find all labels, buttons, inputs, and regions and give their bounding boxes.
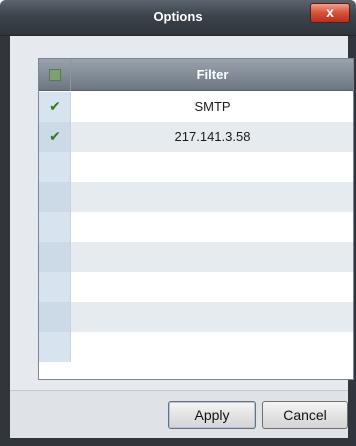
filter-value [72, 152, 353, 182]
row-checkbox-cell[interactable] [39, 272, 71, 302]
filter-value [72, 302, 353, 332]
filter-value: SMTP [194, 99, 231, 114]
title-bar: Options x [0, 0, 356, 36]
filter-value [72, 332, 353, 362]
row-checkbox-cell[interactable] [39, 242, 71, 272]
table-row[interactable]: ✔ 217.141.3.58 [39, 122, 353, 152]
row-checkbox-cell[interactable]: ✔ [39, 122, 71, 152]
table-row[interactable] [39, 272, 353, 302]
table-row[interactable] [39, 302, 353, 332]
filter-value [72, 272, 353, 302]
column-header-filter: Filter [196, 67, 229, 82]
header-checkbox-cell [39, 59, 71, 91]
checkmark-icon: ✔ [49, 128, 61, 144]
filter-table: Filter ✔ SMTP ✔ 217.141.3.58 [38, 58, 354, 380]
table-row[interactable] [39, 152, 353, 182]
dialog-title: Options [153, 9, 203, 24]
filter-value [72, 212, 353, 242]
table-header: Filter [39, 59, 353, 91]
filter-value [72, 182, 353, 212]
apply-button[interactable]: Apply [168, 401, 256, 429]
table-row[interactable] [39, 332, 353, 362]
row-checkbox-cell[interactable] [39, 212, 71, 242]
row-checkbox-cell[interactable] [39, 152, 71, 182]
select-all-checkbox[interactable] [49, 69, 61, 81]
cancel-button[interactable]: Cancel [262, 401, 348, 429]
table-row[interactable] [39, 182, 353, 212]
table-row[interactable] [39, 212, 353, 242]
table-rows: ✔ SMTP ✔ 217.141.3.58 [39, 92, 353, 362]
row-checkbox-cell[interactable] [39, 332, 71, 362]
table-row[interactable]: ✔ SMTP [39, 92, 353, 122]
table-row[interactable] [39, 242, 353, 272]
row-checkbox-cell[interactable]: ✔ [39, 92, 71, 122]
filter-value: 217.141.3.58 [174, 129, 251, 144]
checkmark-icon: ✔ [49, 98, 61, 114]
filter-value [72, 242, 353, 272]
dialog-footer: Apply Cancel [10, 390, 348, 438]
row-checkbox-cell[interactable] [39, 302, 71, 332]
row-checkbox-cell[interactable] [39, 182, 71, 212]
options-dialog: Options x Filter ✔ SMTP ✔ 217.141.3.58 Appl… [0, 0, 356, 446]
close-icon: x [326, 4, 334, 20]
close-button[interactable]: x [310, 3, 350, 23]
